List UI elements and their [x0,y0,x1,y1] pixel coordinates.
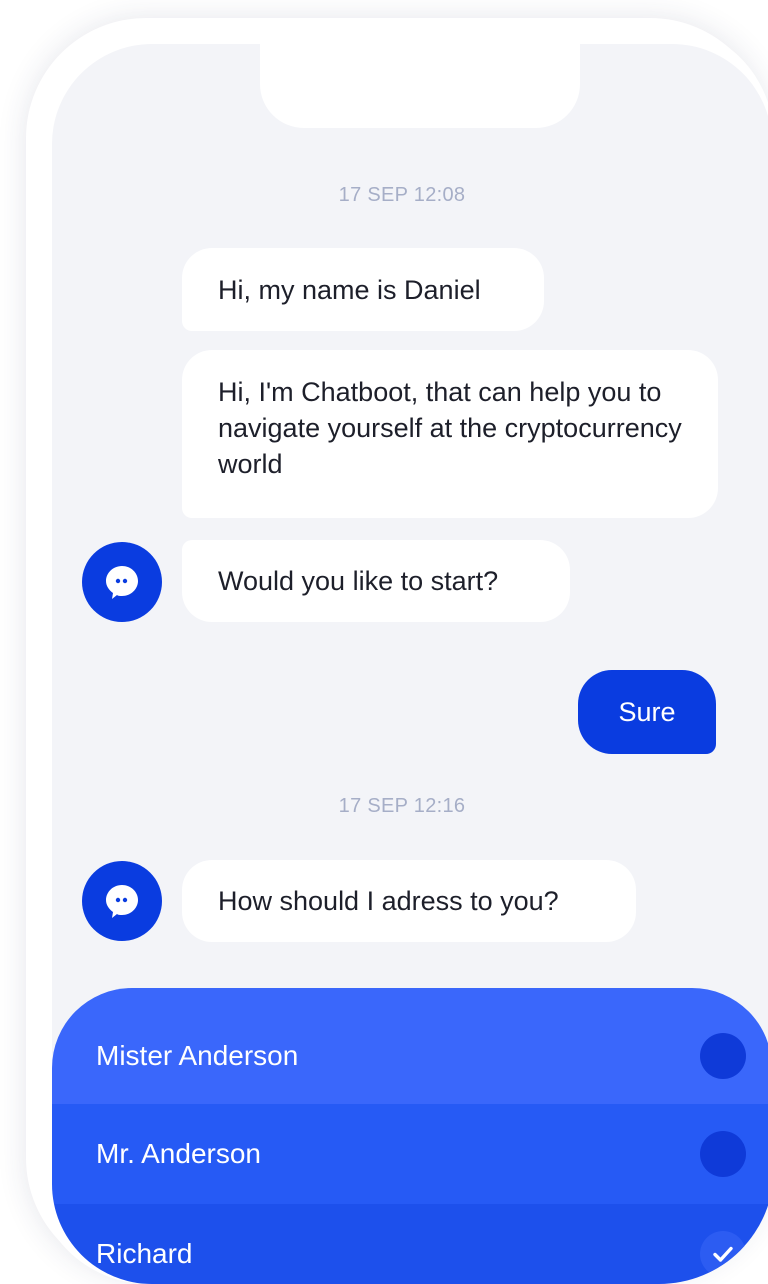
bot-message: Would you like to start? [182,540,570,622]
chat-bubble-icon [106,566,138,599]
timestamp: 17 SEP 12:16 [338,795,466,817]
option-mr-anderson[interactable]: Mr. Anderson [52,1104,768,1204]
check-icon [713,1246,733,1262]
user-message: Sure [578,670,716,754]
phone-notch [260,44,580,128]
chat-bubble-icon [106,885,138,918]
bot-message: Hi, I'm Chatboot, that can help you to n… [182,350,718,518]
answer-options: Mister Anderson Mr. Anderson Richard [52,988,768,1284]
bot-avatar [82,861,162,941]
radio-button[interactable] [700,1033,746,1079]
radio-button[interactable] [700,1131,746,1177]
option-richard[interactable]: Richard [52,1204,768,1284]
phone-frame: 17 SEP 12:08 Hi, my name is Daniel Hi, I… [34,24,768,1284]
timestamp: 17 SEP 12:08 [338,184,466,206]
bot-avatar [82,542,162,622]
option-label: Richard [96,1238,193,1269]
radio-button-selected[interactable] [700,1231,746,1277]
option-mister-anderson[interactable]: Mister Anderson [52,988,768,1104]
option-label: Mr. Anderson [96,1138,261,1169]
chat-screen: 17 SEP 12:08 Hi, my name is Daniel Hi, I… [52,44,768,1284]
option-label: Mister Anderson [96,1040,299,1071]
bot-message: Hi, my name is Daniel [182,248,544,331]
bot-message: How should I adress to you? [182,860,636,942]
